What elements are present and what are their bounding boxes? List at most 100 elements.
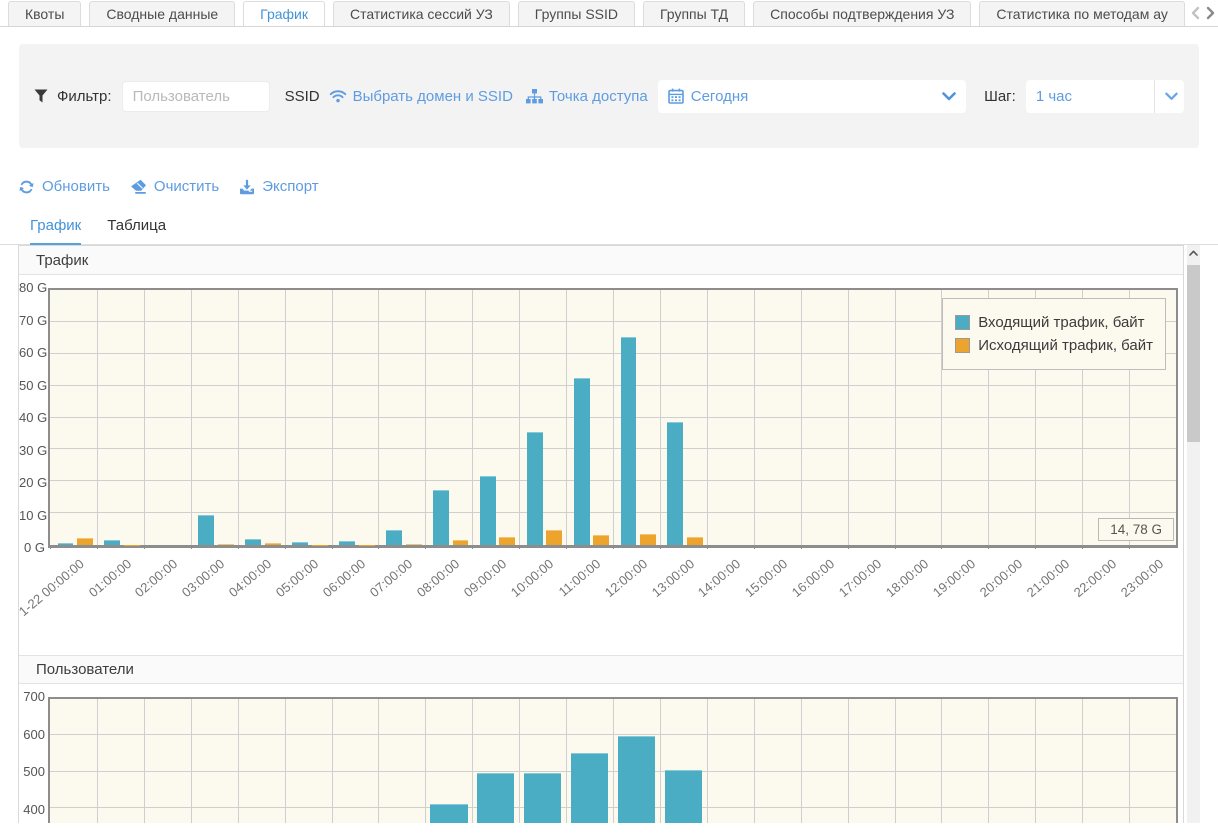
bar[interactable]	[621, 337, 637, 545]
filter-panel: Фильтр: SSID Выбрать домен и SSID Точка …	[19, 44, 1199, 148]
step-label: Шаг:	[984, 88, 1016, 105]
tab-auth-method-stats[interactable]: Статистика по методам ау	[979, 1, 1184, 27]
x-tick	[378, 545, 379, 549]
x-axis-label: 04:00:00	[226, 556, 274, 600]
user-filter-input[interactable]	[122, 81, 270, 112]
bar[interactable]	[687, 537, 703, 545]
gridline	[519, 699, 520, 823]
x-axis-label: 06:00:00	[320, 556, 368, 600]
gridline	[285, 699, 286, 823]
bar[interactable]	[58, 543, 74, 545]
action-links: Обновить Очистить Экспорт	[18, 178, 1218, 195]
bar[interactable]	[665, 770, 703, 823]
bar[interactable]	[453, 540, 469, 545]
export-button[interactable]: Экспорт	[239, 178, 318, 195]
bar[interactable]	[640, 534, 656, 545]
x-axis-label: 21:00:00	[1024, 556, 1072, 600]
access-point-link[interactable]: Точка доступа	[526, 88, 648, 105]
step-select[interactable]: 1 час	[1026, 80, 1184, 113]
step-value: 1 час	[1036, 88, 1072, 105]
gridline	[566, 699, 567, 823]
traffic-plot-area: 1-22 00:00:0001:00:0002:00:0003:00:0004:…	[48, 288, 1178, 548]
vertical-scrollbar[interactable]	[1187, 245, 1200, 823]
bar[interactable]	[245, 539, 261, 545]
gridline	[801, 699, 802, 823]
gridline	[425, 699, 426, 823]
x-tick	[97, 545, 98, 549]
chevron-down-icon	[942, 92, 956, 101]
bar[interactable]	[524, 773, 562, 823]
bar[interactable]	[104, 540, 120, 545]
clear-button[interactable]: Очистить	[130, 178, 219, 195]
bar[interactable]	[571, 753, 609, 823]
chevron-right-icon[interactable]	[1205, 6, 1216, 20]
bar[interactable]	[618, 736, 656, 823]
bar[interactable]	[499, 537, 515, 545]
tab-ssid-groups[interactable]: Группы SSID	[518, 1, 635, 27]
bar[interactable]	[386, 530, 402, 545]
bar[interactable]	[292, 542, 308, 545]
gridline	[754, 290, 755, 545]
tab-confirmation-methods[interactable]: Способы подтверждения УЗ	[753, 1, 971, 27]
x-tick	[754, 545, 755, 549]
x-axis-label: 20:00:00	[977, 556, 1025, 600]
y-tick-label: 80 G	[19, 280, 45, 295]
legend-swatch	[955, 338, 970, 353]
refresh-button[interactable]: Обновить	[18, 178, 110, 195]
bar[interactable]	[265, 543, 281, 545]
gridline	[144, 290, 145, 545]
x-axis-label: 22:00:00	[1071, 556, 1119, 600]
x-axis-label: 12:00:00	[601, 556, 649, 600]
tab-session-stats[interactable]: Статистика сессий УЗ	[333, 1, 510, 27]
filter-label: Фильтр:	[57, 88, 112, 105]
gridline	[754, 699, 755, 823]
select-domain-ssid-label: Выбрать домен и SSID	[353, 88, 513, 105]
legend-label: Исходящий трафик, байт	[978, 337, 1153, 354]
tab-scroll-controls	[1186, 0, 1216, 26]
bar[interactable]	[198, 515, 214, 545]
bar[interactable]	[433, 490, 449, 545]
gridline	[472, 699, 473, 823]
scrollbar-thumb[interactable]	[1187, 265, 1200, 442]
legend-item[interactable]: Исходящий трафик, байт	[955, 337, 1153, 354]
select-domain-ssid-link[interactable]: Выбрать домен и SSID	[329, 88, 513, 105]
bar[interactable]	[477, 773, 515, 823]
legend-item[interactable]: Входящий трафик, байт	[955, 314, 1153, 331]
bar[interactable]	[430, 804, 468, 823]
gridline	[1129, 699, 1130, 823]
scrollbar-up-button[interactable]	[1187, 245, 1200, 260]
download-icon	[239, 179, 255, 195]
chevron-left-icon[interactable]	[1190, 6, 1201, 20]
x-axis-label: 08:00:00	[414, 556, 462, 600]
view-tab-table[interactable]: Таблица	[107, 217, 166, 244]
tab-summary-data[interactable]: Сводные данные	[89, 1, 235, 27]
select-divider	[1154, 80, 1155, 113]
bar[interactable]	[667, 422, 683, 545]
gridline	[895, 699, 896, 823]
bar[interactable]	[218, 544, 234, 545]
tab-quotas[interactable]: Квоты	[8, 1, 81, 27]
x-axis-label: 17:00:00	[836, 556, 884, 600]
bar[interactable]	[406, 544, 422, 545]
gridline	[191, 290, 192, 545]
bar[interactable]	[593, 535, 609, 545]
bar[interactable]	[546, 530, 562, 545]
x-axis-label: 03:00:00	[179, 556, 227, 600]
period-select[interactable]: Сегодня	[658, 80, 966, 113]
export-label: Экспорт	[262, 178, 318, 195]
gridline	[660, 699, 661, 823]
bar[interactable]	[527, 432, 543, 545]
bar[interactable]	[339, 541, 355, 545]
bar[interactable]	[574, 378, 590, 545]
view-tab-chart[interactable]: График	[30, 217, 81, 245]
clear-label: Очистить	[154, 178, 219, 195]
tab-ap-groups[interactable]: Группы ТД	[643, 1, 745, 27]
gridline	[707, 699, 708, 823]
tab-chart[interactable]: График	[243, 1, 325, 27]
bar[interactable]	[480, 476, 496, 545]
bar[interactable]	[77, 538, 93, 545]
x-tick	[425, 545, 426, 549]
sitemap-icon	[526, 89, 543, 104]
x-axis-label: 13:00:00	[648, 556, 696, 600]
access-point-label: Точка доступа	[549, 88, 648, 105]
